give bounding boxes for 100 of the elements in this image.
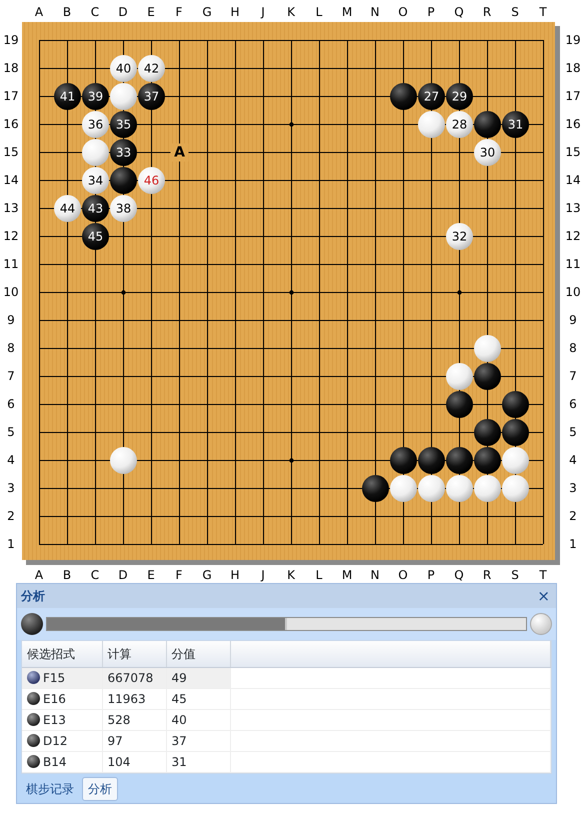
row-label: 17 bbox=[3, 89, 19, 103]
row-label: 14 bbox=[565, 173, 581, 187]
stone: 39 bbox=[82, 83, 109, 110]
column-label: D bbox=[118, 5, 128, 19]
column-label: H bbox=[230, 5, 240, 19]
score-cell: 40 bbox=[166, 710, 230, 730]
count-cell: 104 bbox=[102, 752, 166, 772]
column-header[interactable]: 候选招式 bbox=[22, 641, 102, 668]
column-label: C bbox=[90, 568, 100, 582]
row-label: 16 bbox=[565, 117, 581, 131]
count-cell: 667078 bbox=[102, 668, 166, 688]
row-label: 2 bbox=[7, 509, 15, 523]
score-cell: 49 bbox=[166, 668, 230, 688]
row-label: 3 bbox=[7, 481, 15, 495]
move-cell: F15 bbox=[43, 671, 66, 685]
column-label: M bbox=[342, 568, 352, 582]
column-label: B bbox=[62, 568, 72, 582]
stone: 33 bbox=[110, 139, 137, 166]
row-label: 17 bbox=[565, 89, 581, 103]
column-label: J bbox=[261, 568, 265, 582]
row-label: 11 bbox=[3, 257, 19, 271]
stone: 42 bbox=[138, 55, 165, 82]
column-label: G bbox=[202, 5, 212, 19]
stone: 40 bbox=[110, 55, 137, 82]
panel-title: 分析 bbox=[21, 588, 45, 605]
column-label: T bbox=[539, 5, 547, 19]
move-cell: D12 bbox=[43, 734, 68, 748]
row-label: 2 bbox=[569, 509, 577, 523]
stone: 31 bbox=[502, 111, 529, 138]
row-label: 16 bbox=[3, 117, 19, 131]
row-label: 13 bbox=[565, 201, 581, 215]
stone: 34 bbox=[82, 167, 109, 194]
score-cell: 45 bbox=[166, 688, 230, 710]
stone: 36 bbox=[82, 111, 109, 138]
close-button[interactable]: × bbox=[535, 588, 552, 604]
move-cell: E16 bbox=[43, 692, 66, 706]
stone: 41 bbox=[54, 83, 81, 110]
count-cell: 11963 bbox=[102, 688, 166, 710]
point-marker: A bbox=[174, 144, 185, 160]
column-label: K bbox=[287, 568, 295, 582]
row-label: 5 bbox=[569, 425, 577, 439]
column-label: P bbox=[427, 568, 435, 582]
stone: 32 bbox=[446, 223, 473, 250]
count-cell: 97 bbox=[102, 730, 166, 752]
row-label: 15 bbox=[3, 145, 19, 159]
column-label: E bbox=[147, 5, 155, 19]
row-label: 14 bbox=[3, 173, 19, 187]
stone: 44 bbox=[54, 195, 81, 222]
column-label: P bbox=[427, 5, 435, 19]
column-label: F bbox=[176, 5, 182, 19]
column-label: E bbox=[147, 568, 155, 582]
column-label: H bbox=[230, 568, 240, 582]
column-label: F bbox=[176, 568, 182, 582]
row-label: 7 bbox=[7, 369, 15, 383]
stone: 45 bbox=[82, 223, 109, 250]
stone: 38 bbox=[110, 195, 137, 222]
row-label: 4 bbox=[7, 453, 15, 467]
row-label: 9 bbox=[7, 313, 15, 327]
row-label: 1 bbox=[569, 537, 577, 551]
column-label: M bbox=[342, 5, 352, 19]
column-label: K bbox=[287, 5, 295, 19]
column-label: N bbox=[370, 568, 380, 582]
stone: 30 bbox=[474, 139, 501, 166]
row-label: 11 bbox=[565, 257, 581, 271]
row-label: 6 bbox=[7, 397, 15, 411]
row-label: 12 bbox=[565, 229, 581, 243]
count-cell: 528 bbox=[102, 710, 166, 730]
column-label: B bbox=[62, 5, 72, 19]
column-label: Q bbox=[454, 568, 464, 582]
column-label: G bbox=[202, 568, 212, 582]
row-label: 3 bbox=[569, 481, 577, 495]
column-label: S bbox=[511, 5, 519, 19]
row-label: 4 bbox=[569, 453, 577, 467]
column-label: A bbox=[34, 568, 44, 582]
stone: 37 bbox=[138, 83, 165, 110]
column-label: A bbox=[34, 5, 44, 19]
move-cell: E13 bbox=[43, 713, 66, 727]
stone: 43 bbox=[82, 195, 109, 222]
column-label: N bbox=[370, 5, 380, 19]
column-label: O bbox=[398, 568, 408, 582]
column-label: Q bbox=[454, 5, 464, 19]
column-label: R bbox=[482, 568, 492, 582]
column-header[interactable]: 计算 bbox=[102, 641, 166, 668]
column-label: T bbox=[539, 568, 547, 582]
stone: 28 bbox=[446, 111, 473, 138]
row-label: 9 bbox=[569, 313, 577, 327]
panel-tab[interactable]: 分析 bbox=[82, 777, 118, 801]
stone: 27 bbox=[418, 83, 445, 110]
score-cell: 31 bbox=[166, 752, 230, 772]
row-label: 6 bbox=[569, 397, 577, 411]
column-header[interactable]: 分值 bbox=[166, 641, 230, 668]
score-cell: 37 bbox=[166, 730, 230, 752]
column-label: L bbox=[316, 5, 322, 19]
stone-icon bbox=[530, 613, 552, 635]
column-label: S bbox=[511, 568, 519, 582]
row-label: 8 bbox=[569, 341, 577, 355]
stone: 35 bbox=[110, 111, 137, 138]
column-label: C bbox=[90, 5, 100, 19]
stone-icon bbox=[21, 613, 43, 635]
panel-tab[interactable]: 棋步记录 bbox=[21, 777, 79, 801]
